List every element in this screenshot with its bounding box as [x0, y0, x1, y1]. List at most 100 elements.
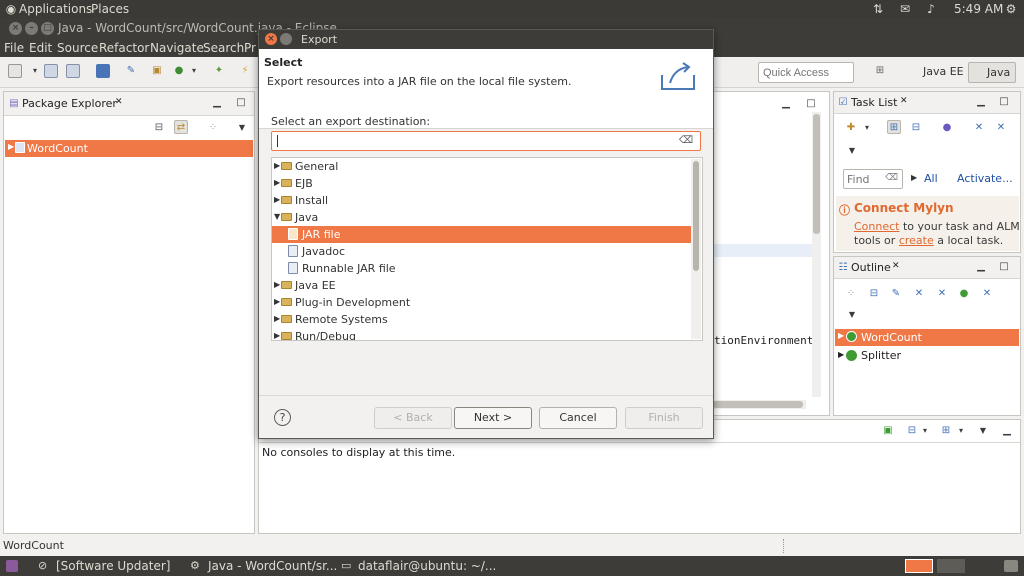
- expand-arrow-icon[interactable]: ▶: [8, 142, 14, 151]
- synchronize-icon[interactable]: ✕: [994, 121, 1008, 135]
- debug-icon[interactable]: ✦: [212, 64, 226, 78]
- workspace-switcher[interactable]: [937, 559, 965, 573]
- hide-fields-icon[interactable]: ✎: [889, 287, 903, 301]
- hide-completed-icon[interactable]: ✕: [972, 121, 986, 135]
- dialog-close-button[interactable]: ×: [265, 33, 277, 45]
- perspective-java[interactable]: Java: [968, 62, 1017, 83]
- expand-arrow-icon[interactable]: ▶: [274, 280, 280, 289]
- menu-navigate[interactable]: Navigate: [150, 41, 204, 55]
- chevron-down-icon[interactable]: ▼: [235, 121, 249, 135]
- view-menu-icon[interactable]: ⁘: [206, 121, 220, 135]
- package-icon[interactable]: ▣: [150, 64, 164, 78]
- collapse-arrow-icon[interactable]: ▼: [274, 212, 280, 221]
- minimize-icon[interactable]: ▁: [1000, 424, 1014, 438]
- mail-icon[interactable]: ✉: [898, 2, 912, 16]
- tree-item-wordcount[interactable]: ▶ WordCount: [5, 140, 253, 157]
- editor-horizontal-scrollbar[interactable]: [711, 400, 806, 409]
- taskbar-item-eclipse[interactable]: Java - WordCount/sr...: [208, 559, 337, 573]
- chevron-down-icon[interactable]: ▾: [918, 424, 932, 438]
- back-button[interactable]: < Back: [374, 407, 452, 429]
- next-button[interactable]: Next >: [454, 407, 532, 429]
- tree-item-runnable-jar[interactable]: Runnable JAR file: [272, 260, 691, 277]
- expand-arrow-icon[interactable]: ▶: [838, 350, 844, 359]
- tree-item-run-debug[interactable]: ▶ Run/Debug: [272, 328, 691, 340]
- open-console-icon[interactable]: ⊞: [939, 424, 953, 438]
- close-icon[interactable]: ✕: [900, 96, 908, 106]
- dialog-minimize-button[interactable]: [280, 33, 292, 45]
- new-file-icon[interactable]: [8, 64, 22, 78]
- hide-local-icon[interactable]: ●: [957, 287, 971, 301]
- minimize-icon[interactable]: ▁: [974, 260, 988, 274]
- pin-console-icon[interactable]: ⊟: [905, 424, 919, 438]
- clear-icon[interactable]: ⌫: [885, 173, 898, 183]
- view-menu-chevron-icon[interactable]: ▼: [845, 308, 859, 322]
- tree-scrollbar[interactable]: [691, 159, 701, 339]
- save-icon[interactable]: [44, 64, 58, 78]
- tree-item-java-ee[interactable]: ▶ Java EE: [272, 277, 691, 294]
- connect-link[interactable]: Connect: [854, 220, 899, 233]
- clock[interactable]: 5:49 AM: [954, 2, 1003, 16]
- console-icon[interactable]: [96, 64, 110, 78]
- workspace-switcher-active[interactable]: [905, 559, 933, 573]
- perspective-java-ee[interactable]: Java EE: [905, 62, 969, 83]
- menu-project[interactable]: Pr: [244, 41, 256, 55]
- expand-arrow-icon[interactable]: ▶: [274, 314, 280, 323]
- tree-item-general[interactable]: ▶ General: [272, 158, 691, 175]
- expand-arrow-icon[interactable]: ▶: [274, 195, 280, 204]
- collapse-icon[interactable]: ⁘: [844, 287, 858, 301]
- expand-arrow-icon[interactable]: ▶: [274, 161, 280, 170]
- tree-item-ejb[interactable]: ▶ EJB: [272, 175, 691, 192]
- collapse-all-icon[interactable]: ⊟: [152, 121, 166, 135]
- run-icon[interactable]: ●: [172, 64, 186, 78]
- menu-edit[interactable]: Edit: [29, 41, 52, 55]
- categorized-icon[interactable]: ⊞: [887, 120, 901, 134]
- outline-title[interactable]: Outline: [851, 261, 891, 274]
- hide-static-icon[interactable]: ✕: [912, 287, 926, 301]
- focus-icon[interactable]: ●: [940, 121, 954, 135]
- editor-code-line[interactable]: tionEnvironment(: [714, 334, 820, 347]
- task-list-title[interactable]: Task List: [851, 96, 897, 109]
- maximize-icon[interactable]: □: [997, 260, 1011, 274]
- chevron-down-icon[interactable]: ▾: [28, 64, 42, 78]
- run-dropdown-icon[interactable]: ▾: [187, 64, 201, 78]
- ubuntu-logo-icon[interactable]: ◉: [4, 2, 18, 16]
- maximize-icon[interactable]: □: [804, 97, 818, 111]
- minimize-icon[interactable]: ▁: [779, 97, 793, 111]
- save-all-icon[interactable]: [66, 64, 80, 78]
- trash-icon[interactable]: [1004, 560, 1018, 572]
- volume-icon[interactable]: ♪: [924, 2, 938, 16]
- taskbar-item-terminal[interactable]: dataflair@ubuntu: ~/...: [358, 559, 496, 573]
- outline-item-splitter[interactable]: ▶ Splitter: [835, 347, 901, 364]
- pin-icon[interactable]: ✎: [124, 64, 138, 78]
- finish-button[interactable]: Finish: [625, 407, 703, 429]
- view-menu-chevron-icon[interactable]: ▼: [976, 424, 990, 438]
- clear-icon[interactable]: ⌫: [679, 135, 693, 146]
- cancel-button[interactable]: Cancel: [539, 407, 617, 429]
- open-perspective-icon[interactable]: ⊞: [873, 64, 887, 78]
- expand-arrow-icon[interactable]: ▶: [838, 331, 844, 340]
- close-icon[interactable]: ✕: [892, 261, 900, 271]
- window-maximize-button[interactable]: □: [41, 22, 54, 35]
- tree-item-install[interactable]: ▶ Install: [272, 192, 691, 209]
- expand-arrow-icon[interactable]: ▶: [274, 297, 280, 306]
- link-editor-icon[interactable]: ⇄: [174, 120, 188, 134]
- tree-item-java[interactable]: ▼ Java: [272, 209, 691, 226]
- task-find-field[interactable]: ⌫: [843, 169, 903, 189]
- menu-source[interactable]: Source: [57, 41, 98, 55]
- tree-item-remote-systems[interactable]: ▶ Remote Systems: [272, 311, 691, 328]
- chevron-down-icon[interactable]: ▾: [954, 424, 968, 438]
- package-explorer-title[interactable]: Package Explorer: [22, 97, 117, 110]
- expand-arrow-icon[interactable]: ▶: [274, 331, 280, 340]
- window-minimize-button[interactable]: –: [25, 22, 38, 35]
- scheduled-icon[interactable]: ⊟: [909, 121, 923, 135]
- view-menu-chevron-icon[interactable]: ▼: [845, 144, 859, 158]
- search-icon[interactable]: ⚡: [238, 64, 252, 78]
- minimize-icon[interactable]: ▁: [210, 96, 224, 110]
- tree-item-javadoc[interactable]: Javadoc: [272, 243, 691, 260]
- taskbar-item-software-updater[interactable]: [Software Updater]: [56, 559, 170, 573]
- menu-file[interactable]: File: [4, 41, 24, 55]
- editor-vertical-scrollbar[interactable]: [812, 112, 821, 397]
- help-icon[interactable]: ?: [274, 409, 291, 426]
- network-arrows-icon[interactable]: ⇅: [871, 2, 885, 16]
- menu-refactor[interactable]: Refactor: [99, 41, 149, 55]
